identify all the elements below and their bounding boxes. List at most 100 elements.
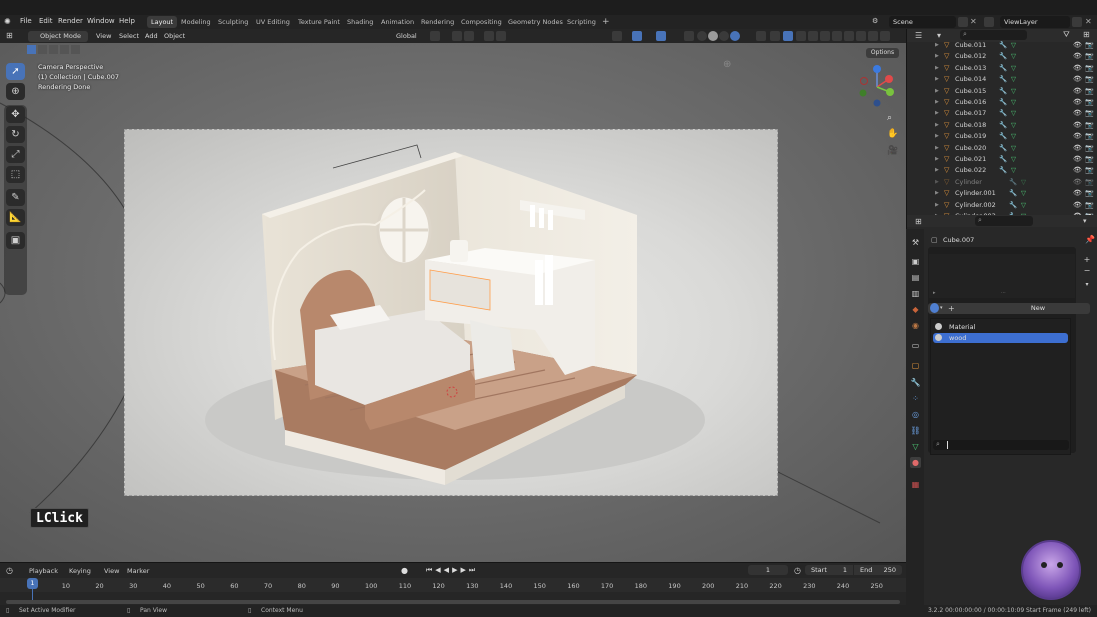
mesh-data-icon[interactable]: ▽ xyxy=(1011,86,1016,97)
view-layer-close-icon[interactable]: ✕ xyxy=(1085,17,1092,26)
modifier-wrench-icon[interactable]: 🔧 xyxy=(999,86,1007,97)
outliner-row[interactable]: ▶ ▽ Cube.020 🔧 ▽ 👁 📷 xyxy=(907,143,1097,154)
expand-arrow-icon[interactable]: ▶ xyxy=(935,188,939,199)
mesh-data-icon[interactable]: ▽ xyxy=(1011,154,1016,165)
restrict-viewport-icon[interactable] xyxy=(770,31,780,41)
mesh-data-icon[interactable]: ▽ xyxy=(1011,131,1016,142)
modifier-wrench-icon[interactable]: 🔧 xyxy=(999,165,1007,176)
modifier-wrench-icon[interactable]: 🔧 xyxy=(999,154,1007,165)
outliner-row[interactable]: ▶ ▽ Cube.015 🔧 ▽ 👁 📷 xyxy=(907,86,1097,97)
render-camera-icon[interactable]: 📷 xyxy=(1085,120,1094,131)
render-camera-icon[interactable]: 📷 xyxy=(1085,108,1094,119)
expand-arrow-icon[interactable]: ▶ xyxy=(935,143,939,154)
material-tab-icon[interactable]: ● xyxy=(910,457,921,468)
mesh-data-icon[interactable]: ▽ xyxy=(1011,40,1016,51)
select-intersect-icon[interactable] xyxy=(71,45,80,54)
outliner-row-name[interactable]: Cylinder.001 xyxy=(955,188,996,199)
menu-select[interactable]: Select xyxy=(119,31,139,42)
restrict-select-icon[interactable] xyxy=(783,31,793,41)
visibility-eye-icon[interactable]: 👁 xyxy=(1073,165,1082,176)
view-layer-icon[interactable] xyxy=(984,17,994,27)
timeline-editor-icon[interactable]: ◷ xyxy=(6,566,13,575)
preview-range-icon[interactable]: ◷ xyxy=(794,566,801,575)
timeline[interactable]: ◷ Playback Keying View Marker ● ⏮◀◀▶▶⏭ 1… xyxy=(0,562,906,606)
expand-arrow-icon[interactable]: ▶ xyxy=(935,40,939,51)
menu-timeline-view[interactable]: View xyxy=(104,567,119,575)
modifier-wrench-icon[interactable]: 🔧 xyxy=(1009,177,1017,188)
workspace-tab-modeling[interactable]: Modeling xyxy=(177,16,215,28)
visibility-eye-icon[interactable]: 👁 xyxy=(1073,74,1082,85)
material-browse-icon[interactable] xyxy=(930,303,939,313)
outliner-row[interactable]: ▶ ▽ Cube.016 🔧 ▽ 👁 📷 xyxy=(907,97,1097,108)
workspace-tab-compositing[interactable]: Compositing xyxy=(457,16,506,28)
menu-file[interactable]: File xyxy=(20,17,32,25)
render-camera-icon[interactable]: 📷 xyxy=(1085,200,1094,211)
mesh-data-icon[interactable]: ▽ xyxy=(1021,177,1026,188)
slot-menu-icon[interactable]: ▾ xyxy=(1082,281,1092,291)
output-tab-icon[interactable]: ▤ xyxy=(910,272,921,283)
expand-arrow-icon[interactable]: ▶ xyxy=(935,165,939,176)
options-dropdown[interactable]: Options xyxy=(866,48,899,58)
visibility-eye-icon[interactable]: 👁 xyxy=(1073,86,1082,97)
new-material-icon[interactable]: + xyxy=(948,303,955,314)
physics-tab-icon[interactable]: ◎ xyxy=(910,409,921,420)
render-camera-icon[interactable]: 📷 xyxy=(1085,177,1094,188)
pivot-point-icon[interactable] xyxy=(430,31,440,41)
mesh-data-icon[interactable]: ▽ xyxy=(1011,51,1016,62)
outliner-row[interactable]: ▶ ▽ Cube.013 🔧 ▽ 👁 📷 xyxy=(907,63,1097,74)
render-camera-icon[interactable]: 📷 xyxy=(1085,74,1094,85)
filter-icon-5[interactable] xyxy=(844,31,854,41)
outliner-row[interactable]: ▶ ▽ Cube.022 🔧 ▽ 👁 📷 xyxy=(907,165,1097,176)
outliner-filter-icon[interactable]: ⛛ xyxy=(1063,30,1070,40)
outliner-search-input[interactable]: ⌕ xyxy=(960,30,1027,40)
expand-icon[interactable]: ▸ xyxy=(933,290,936,296)
auto-keying-icon[interactable]: ● xyxy=(401,566,408,575)
start-frame-field[interactable]: Start 1 xyxy=(805,565,853,575)
mesh-data-icon[interactable]: ▽ xyxy=(1021,200,1026,211)
modifier-wrench-icon[interactable]: 🔧 xyxy=(999,143,1007,154)
expand-arrow-icon[interactable]: ▶ xyxy=(935,74,939,85)
transform-orientation-selector[interactable]: Global xyxy=(384,31,426,42)
visibility-icon[interactable] xyxy=(612,31,622,41)
outliner-row[interactable]: ▶ ▽ Cube.017 🔧 ▽ 👁 📷 xyxy=(907,108,1097,119)
mesh-data-tab-icon[interactable]: ▽ xyxy=(910,441,921,452)
material-browse-list[interactable]: Material wood ⌕ xyxy=(930,318,1071,455)
modifiers-tab-icon[interactable]: 🔧 xyxy=(910,377,921,388)
render-camera-icon[interactable]: 📷 xyxy=(1085,51,1094,62)
new-collection-icon[interactable]: ⊞ xyxy=(1083,30,1090,39)
menu-object[interactable]: Object xyxy=(164,31,185,42)
menu-edit[interactable]: Edit xyxy=(39,17,53,25)
visibility-eye-icon[interactable]: 👁 xyxy=(1073,40,1082,51)
scale-tool-icon[interactable]: ⤢ xyxy=(6,146,25,163)
menu-keying[interactable]: Keying xyxy=(69,567,91,575)
visibility-eye-icon[interactable]: 👁 xyxy=(1073,131,1082,142)
workspace-tab-layout[interactable]: Layout xyxy=(147,16,178,28)
expand-arrow-icon[interactable]: ▶ xyxy=(935,97,939,108)
menu-add[interactable]: Add xyxy=(145,31,158,42)
outliner-row-name[interactable]: Cube.018 xyxy=(955,120,986,131)
particles-tab-icon[interactable]: ⁘ xyxy=(910,393,921,404)
filter-icon-4[interactable] xyxy=(832,31,842,41)
modifier-wrench-icon[interactable]: 🔧 xyxy=(999,40,1007,51)
render-tab-icon[interactable]: ▣ xyxy=(910,256,921,267)
scene-icon[interactable]: ⚙ xyxy=(872,17,886,27)
properties-options-icon[interactable]: ▾ xyxy=(1083,217,1087,225)
move-tool-icon[interactable]: ✥ xyxy=(6,106,25,123)
shading-material-icon[interactable] xyxy=(719,31,729,41)
pin-icon[interactable]: 📌 xyxy=(1085,235,1095,244)
view-layer-copy-icon[interactable] xyxy=(1072,17,1082,27)
outliner-row[interactable]: ▶ ▽ Cylinder.002 🔧 ▽ 👁 📷 xyxy=(907,200,1097,211)
outliner-row-name[interactable]: Cube.011 xyxy=(955,40,986,51)
outliner-editor-icon[interactable]: ☰ xyxy=(915,31,922,40)
mesh-data-icon[interactable]: ▽ xyxy=(1011,143,1016,154)
expand-arrow-icon[interactable]: ▶ xyxy=(935,108,939,119)
collection-tab-icon[interactable]: ▭ xyxy=(910,340,921,351)
expand-arrow-icon[interactable]: ▶ xyxy=(935,86,939,97)
mesh-data-icon[interactable]: ▽ xyxy=(1011,63,1016,74)
visibility-eye-icon[interactable]: 👁 xyxy=(1073,108,1082,119)
remove-slot-icon[interactable]: − xyxy=(1082,266,1092,276)
expand-arrow-icon[interactable]: ▶ xyxy=(935,200,939,211)
menu-window[interactable]: Window xyxy=(87,17,115,25)
mesh-data-icon[interactable]: ▽ xyxy=(1011,74,1016,85)
select-subtract-icon[interactable] xyxy=(49,45,58,54)
